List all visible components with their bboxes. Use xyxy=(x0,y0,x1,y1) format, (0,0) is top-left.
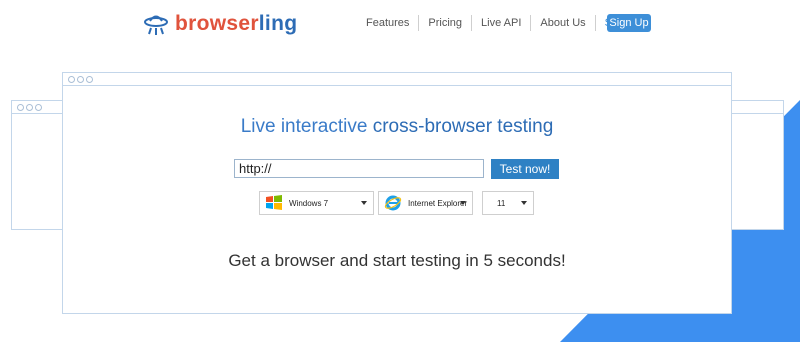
nav-pricing[interactable]: Pricing xyxy=(419,15,473,31)
window-dot-icon xyxy=(35,103,42,111)
windows-logo-icon xyxy=(266,195,282,210)
chevron-down-icon xyxy=(361,201,367,205)
frame-titlebar xyxy=(12,101,64,114)
main-nav: Features Pricing Live API About Us Sign … xyxy=(357,14,648,32)
logo-text: browserling xyxy=(175,12,298,35)
os-select-value: Windows 7 xyxy=(289,198,329,208)
window-dot-icon xyxy=(17,103,24,111)
window-dot-icon xyxy=(77,75,84,83)
frame-titlebar xyxy=(731,101,783,114)
version-select-value: 11 xyxy=(497,198,506,208)
browser-frame-main: Live interactive cross-browser testing T… xyxy=(62,72,732,314)
test-now-button[interactable]: Test now! xyxy=(491,159,559,179)
browser-frame-right xyxy=(730,100,784,230)
hero-tagline: Get a browser and start testing in 5 sec… xyxy=(228,251,566,270)
frame-titlebar xyxy=(63,73,731,86)
window-dot-icon xyxy=(26,103,33,111)
nav-live-api[interactable]: Live API xyxy=(472,15,532,31)
browser-frame-left xyxy=(11,100,65,230)
sign-up-button[interactable]: Sign Up xyxy=(607,14,651,32)
logo[interactable]: browserling xyxy=(143,9,297,39)
nav-features[interactable]: Features xyxy=(357,15,420,31)
chevron-down-icon xyxy=(521,201,527,205)
internet-explorer-icon xyxy=(384,195,402,211)
url-input[interactable] xyxy=(234,159,484,178)
browser-select-value: Internet Explorer xyxy=(408,198,468,208)
os-select[interactable]: Windows 7 xyxy=(259,191,374,215)
version-select[interactable]: 11 xyxy=(482,191,534,215)
window-dot-icon xyxy=(86,75,93,83)
ufo-icon xyxy=(144,15,168,35)
browser-select[interactable]: Internet Explorer xyxy=(378,191,473,215)
hero-headline: Live interactive cross-browser testing xyxy=(240,116,554,137)
window-dot-icon xyxy=(68,75,75,83)
chevron-down-icon xyxy=(460,201,466,205)
nav-about-us[interactable]: About Us xyxy=(531,15,596,31)
